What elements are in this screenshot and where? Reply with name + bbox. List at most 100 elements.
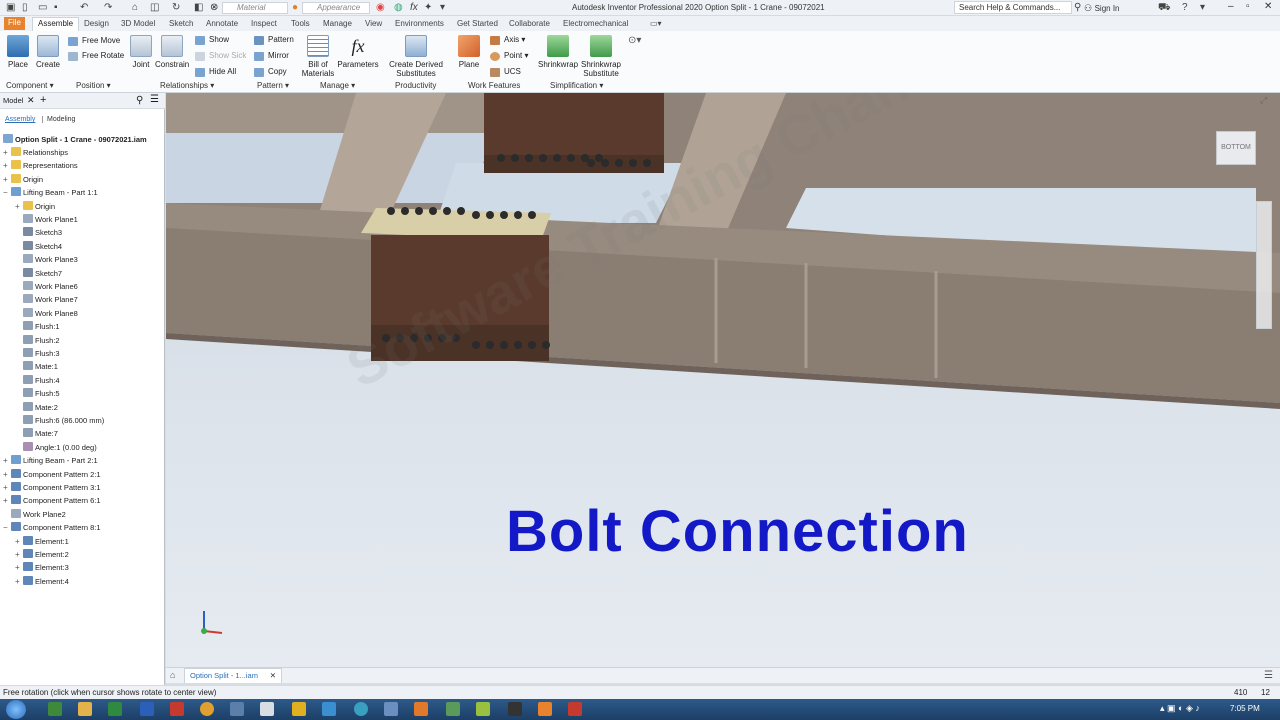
tab-inspect[interactable]: Inspect xyxy=(251,18,277,30)
tree-root[interactable]: Option Split - 1 Crane - 09072021.iam xyxy=(3,133,147,146)
select-icon[interactable]: ◫ xyxy=(150,2,159,14)
tray-icons[interactable]: ▴ ▣ ◐ ◈ ♪ xyxy=(1160,703,1200,714)
edge-icon[interactable] xyxy=(322,702,336,716)
bill-of-materials-button[interactable]: Bill of Materials xyxy=(300,35,336,78)
tree-item[interactable]: Flush:6 (86.000 mm) xyxy=(15,414,104,427)
taskbar-app-icon[interactable] xyxy=(48,702,62,716)
sign-in-link[interactable]: ⚇ Sign In xyxy=(1084,3,1119,14)
create-component-button[interactable]: Create xyxy=(35,35,61,69)
maximize-view-icon[interactable]: ⤢ xyxy=(1260,95,1267,106)
app-icon-3[interactable] xyxy=(354,702,368,716)
tree-item[interactable]: + Component Pattern 3:1 xyxy=(3,481,101,494)
tree-item[interactable]: − Component Pattern 8:1 xyxy=(3,521,101,534)
tree-expand-toggle[interactable]: + xyxy=(3,494,11,507)
inventor-taskbar-icon[interactable] xyxy=(260,702,274,716)
axis-button[interactable]: Axis ▾ xyxy=(490,34,525,46)
tree-expand-toggle[interactable]: + xyxy=(3,173,11,186)
qat-dropdown-icon[interactable]: ▾ xyxy=(440,2,445,14)
tab-collaborate[interactable]: Collaborate xyxy=(509,18,550,30)
tree-item[interactable]: Flush:5 xyxy=(15,387,60,400)
viewcube[interactable]: BOTTOM xyxy=(1216,131,1256,165)
mirror-button[interactable]: Mirror xyxy=(254,50,289,62)
tree-item[interactable]: Sketch7 xyxy=(15,267,62,280)
tree-expand-toggle[interactable]: + xyxy=(15,575,23,588)
help-search-input[interactable]: Search Help & Commands... xyxy=(954,1,1072,14)
tree-item[interactable]: + Component Pattern 6:1 xyxy=(3,494,101,507)
app-icon-5[interactable] xyxy=(414,702,428,716)
taskbar-app-icon-2[interactable] xyxy=(230,702,244,716)
tab-file[interactable]: File xyxy=(4,17,25,30)
tab-electromechanical[interactable]: Electromechanical xyxy=(563,18,628,30)
mode-modeling[interactable]: Modeling xyxy=(42,116,75,123)
tree-item[interactable]: Work Plane2 xyxy=(3,508,66,521)
tab-get-started[interactable]: Get Started xyxy=(457,18,498,30)
tree-item[interactable]: Sketch3 xyxy=(15,226,62,239)
tree-expand-toggle[interactable]: + xyxy=(15,561,23,574)
help-icon[interactable]: ? xyxy=(1182,2,1188,14)
autodesk-icon[interactable] xyxy=(292,702,306,716)
free-move-button[interactable]: Free Move xyxy=(68,35,120,47)
navigation-bar[interactable] xyxy=(1256,201,1272,329)
fx-icon[interactable]: fx xyxy=(410,2,418,14)
color-override-icon[interactable]: ◉ xyxy=(376,2,385,14)
tree-item[interactable]: + Element:2 xyxy=(15,548,69,561)
shrinkwrap-button[interactable]: Shrinkwrap xyxy=(538,35,578,69)
tree-expand-toggle[interactable]: + xyxy=(15,535,23,548)
document-tab[interactable]: Option Split - 1...iam ✕ xyxy=(184,668,282,683)
clear-appearance-icon[interactable]: ◍ xyxy=(394,2,403,14)
panel-relationships[interactable]: Relationships ▾ xyxy=(160,81,214,90)
tree-item[interactable]: + Lifting Beam - Part 2:1 xyxy=(3,454,98,467)
plane-button[interactable]: Plane xyxy=(456,35,482,69)
redo-icon[interactable]: ↷ xyxy=(104,2,112,14)
app-icon-6[interactable] xyxy=(446,702,460,716)
tab-annotate[interactable]: Annotate xyxy=(206,18,238,30)
tree-item[interactable]: + Element:4 xyxy=(15,575,69,588)
tabs-menu-icon[interactable]: ☰ xyxy=(1264,670,1273,681)
tab-model[interactable]: Model xyxy=(3,96,23,105)
place-button[interactable]: Place xyxy=(6,35,30,69)
tree-item[interactable]: − Lifting Beam - Part 1:1 xyxy=(3,186,98,199)
explorer-icon[interactable] xyxy=(78,702,92,716)
tree-item[interactable]: Work Plane3 xyxy=(15,253,78,266)
tree-expand-toggle[interactable]: + xyxy=(15,200,23,213)
tree-expand-toggle[interactable]: + xyxy=(15,548,23,561)
constrain-button[interactable]: Constrain xyxy=(155,35,189,69)
tree-item[interactable]: Mate:7 xyxy=(15,427,58,440)
word-icon[interactable] xyxy=(140,702,154,716)
copy-button[interactable]: Copy xyxy=(254,66,287,78)
add-browser-icon[interactable]: + xyxy=(40,94,46,106)
close-icon[interactable]: ✕ xyxy=(1264,1,1272,12)
tree-item[interactable]: Flush:2 xyxy=(15,334,60,347)
ucs-button[interactable]: UCS xyxy=(490,66,521,78)
tree-expand-toggle[interactable]: + xyxy=(3,159,11,172)
panel-component[interactable]: Component ▾ xyxy=(6,81,54,90)
start-button-icon[interactable] xyxy=(6,700,26,719)
cart-icon[interactable]: ⛟ xyxy=(1158,2,1171,14)
panel-position[interactable]: Position ▾ xyxy=(76,81,111,90)
tab-assemble[interactable]: Assemble xyxy=(32,17,80,31)
tree-expand-toggle[interactable]: − xyxy=(3,521,11,534)
tree-item[interactable]: Angle:1 (0.00 deg) xyxy=(15,441,97,454)
update-icon[interactable]: ↻ xyxy=(172,2,180,14)
browser-menu-icon[interactable]: ☰ xyxy=(150,94,159,105)
pattern-button[interactable]: Pattern xyxy=(254,34,294,46)
tree-item[interactable]: + Element:1 xyxy=(15,535,69,548)
graphics-viewport[interactable]: Software Training Channel Bolt Connectio… xyxy=(166,93,1280,667)
close-tab-icon[interactable]: ✕ xyxy=(270,669,276,683)
tree-expand-toggle[interactable]: − xyxy=(3,186,11,199)
help-dropdown-icon[interactable]: ▾ xyxy=(1200,2,1205,14)
new-file-icon[interactable]: ▯ xyxy=(22,2,28,14)
browser-search-icon[interactable]: ⚲ xyxy=(136,95,143,106)
undo-icon[interactable]: ↶ xyxy=(80,2,88,14)
panel-manage[interactable]: Manage ▾ xyxy=(320,81,355,90)
powerpoint-icon[interactable] xyxy=(170,702,184,716)
app-icon-10[interactable] xyxy=(568,702,582,716)
free-rotate-button[interactable]: Free Rotate xyxy=(68,50,124,62)
tab-sketch[interactable]: Sketch xyxy=(169,18,193,30)
show-sick-button[interactable]: Show Sick xyxy=(195,50,246,62)
open-file-icon[interactable]: ▭ xyxy=(38,2,47,14)
excel-icon[interactable] xyxy=(108,702,122,716)
shrinkwrap-substitute-button[interactable]: Shrinkwrap Substitute xyxy=(580,35,622,78)
tree-item[interactable]: Sketch4 xyxy=(15,240,62,253)
search-icon[interactable]: ⚲ xyxy=(1074,2,1081,14)
